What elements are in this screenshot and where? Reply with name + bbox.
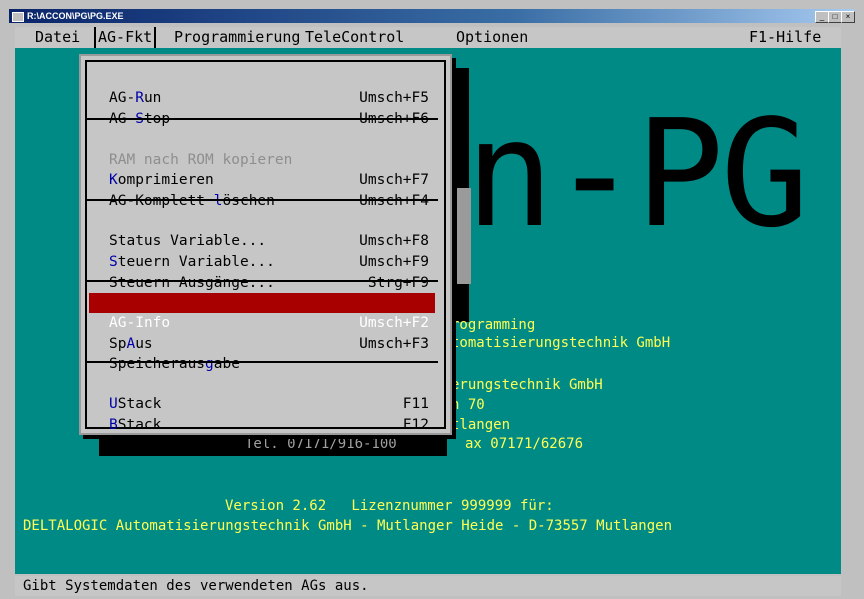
menu-item-ram-nach-rom: RAM nach ROM kopieren [109,152,293,168]
window-title: R:\ACCON\PG\PG.EXE [27,11,124,21]
menu-separator [85,361,438,363]
status-text: Gibt Systemdaten des verwendeten AGs aus… [23,578,369,594]
info-line-5: tlangen [451,417,511,433]
menu-item-ag-run[interactable]: AG-Run Umsch+F5 [89,68,435,106]
menu-item-spaus[interactable]: SpAus Umsch+F3 [89,314,435,352]
tel-text: Tel. 07171/916-100 [245,436,397,452]
version-line: Version 2.62 Lizenznummer 999999 für: [225,498,554,514]
menu-telecontrol[interactable]: TeleControl [302,27,407,48]
ag-fkt-dropdown: AG-RunUmsch+F5 AG-StopUmsch+F6 RAM nach … [79,54,452,435]
menu-item-komprimieren[interactable]: Komprimieren Umsch+F7 [89,150,435,188]
menu-item-bstack[interactable]: BStack F12 [89,395,435,433]
menu-optionen[interactable]: Optionen [453,27,531,48]
title-bar: R:\ACCON\PG\PG.EXE _ □ × [9,9,855,23]
menu-item-status-variable[interactable]: Status Variable... Umsch+F8 [89,211,435,249]
menu-separator [85,280,438,282]
info-line-1: rogramming [451,317,536,333]
menu-item-steuern-ausgaenge[interactable]: Steuern Ausgänge... Strg+F9 [89,253,435,291]
logo-text: n-PG [465,88,809,260]
info-line-2: tomatisierungstechnik GmbH [451,335,671,351]
menu-separator [85,118,438,120]
maximize-button[interactable]: □ [828,11,842,23]
close-button[interactable]: × [841,11,855,23]
menu-item-steuern-variable[interactable]: Steuern Variable... Umsch+F9 [89,232,435,270]
application-window: R:\ACCON\PG\PG.EXE _ □ × Datei AG-Fkt Pr… [0,0,864,599]
menu-ag-fkt[interactable]: AG-Fkt [94,27,157,48]
menu-datei[interactable]: Datei [32,27,83,48]
menu-help-f1[interactable]: F1-Hilfe [746,27,824,48]
minimize-button[interactable]: _ [815,11,829,23]
menu-item-ustack[interactable]: UStack F11 [89,374,435,412]
menu-item-ag-komplett-loeschen[interactable]: AG-Komplett löschen Umsch+F4 [89,171,435,209]
info-line-4: h 70 [451,397,485,413]
fax-text: ax 07171/62676 [465,436,584,452]
menu-item-ag-info[interactable]: AG-Info Umsch+F2 [89,293,435,331]
menu-item-speicherausgabe[interactable]: Speicherausgabe [89,334,435,372]
info-line-3: erungstechnik GmbH [451,377,603,393]
app-icon [12,12,24,22]
menu-separator [85,199,438,201]
menu-bar: Datei AG-Fkt Programmierung TeleControl … [15,27,841,48]
menu-item-ag-stop[interactable]: AG-StopUmsch+F6 [89,89,435,127]
status-bar: Gibt Systemdaten des verwendeten AGs aus… [15,576,841,596]
menu-programmierung[interactable]: Programmierung [171,27,303,48]
company-line: DELTALOGIC Automatisierungstechnik GmbH … [23,518,673,534]
